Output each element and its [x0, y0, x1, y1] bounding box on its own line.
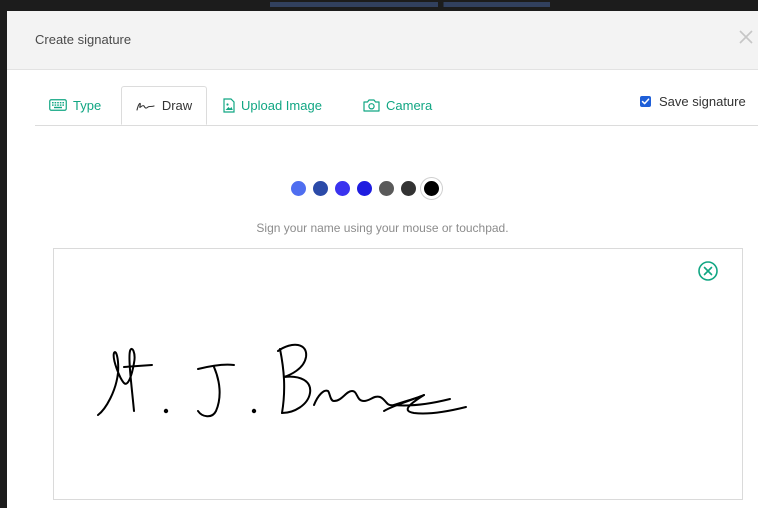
camera-icon: [363, 98, 380, 112]
image-file-icon: [223, 97, 235, 113]
color-swatch-navy[interactable]: [313, 181, 328, 196]
close-icon[interactable]: [736, 29, 756, 49]
page: Create signature Type Draw Upload Image …: [0, 0, 758, 508]
clear-circle-x-icon[interactable]: [697, 260, 719, 282]
save-signature-checkbox[interactable]: [640, 96, 651, 107]
dialog-header: Create signature: [7, 11, 758, 70]
color-swatch-blue[interactable]: [357, 181, 372, 196]
background-link-text: [270, 2, 550, 7]
tab-upload-image[interactable]: Upload Image: [223, 86, 322, 124]
color-swatch-black[interactable]: [421, 178, 442, 199]
background-overlay-top: [0, 0, 758, 11]
save-signature-option: Save signature: [640, 94, 746, 109]
tab-camera-label: Camera: [386, 97, 433, 113]
close-icon-glyph: [739, 30, 753, 44]
checkmark-icon: [641, 98, 650, 105]
draw-hint-text: Sign your name using your mouse or touch…: [256, 221, 509, 235]
tab-type[interactable]: Type: [49, 86, 101, 124]
tab-camera[interactable]: Camera: [363, 86, 432, 124]
save-signature-label: Save signature: [659, 94, 746, 109]
background-overlay-left: [0, 0, 7, 508]
keyboard-icon: [49, 99, 67, 111]
create-signature-dialog: Create signature Type Draw Upload Image …: [7, 11, 758, 508]
signature-pen-icon: [136, 100, 156, 112]
dialog-title: Create signature: [35, 32, 132, 47]
color-swatch-dark-gray[interactable]: [401, 181, 416, 196]
tab-draw-label: Draw: [161, 98, 193, 113]
signature-canvas[interactable]: [53, 248, 743, 500]
color-swatch-royal-blue[interactable]: [335, 181, 350, 196]
tab-type-label: Type: [73, 97, 102, 113]
color-swatch-light-blue[interactable]: [291, 181, 306, 196]
tab-upload-image-label: Upload Image: [241, 97, 322, 113]
tab-draw[interactable]: Draw: [121, 86, 207, 125]
color-swatch-gray[interactable]: [379, 181, 394, 196]
drawn-signature: [97, 343, 467, 418]
